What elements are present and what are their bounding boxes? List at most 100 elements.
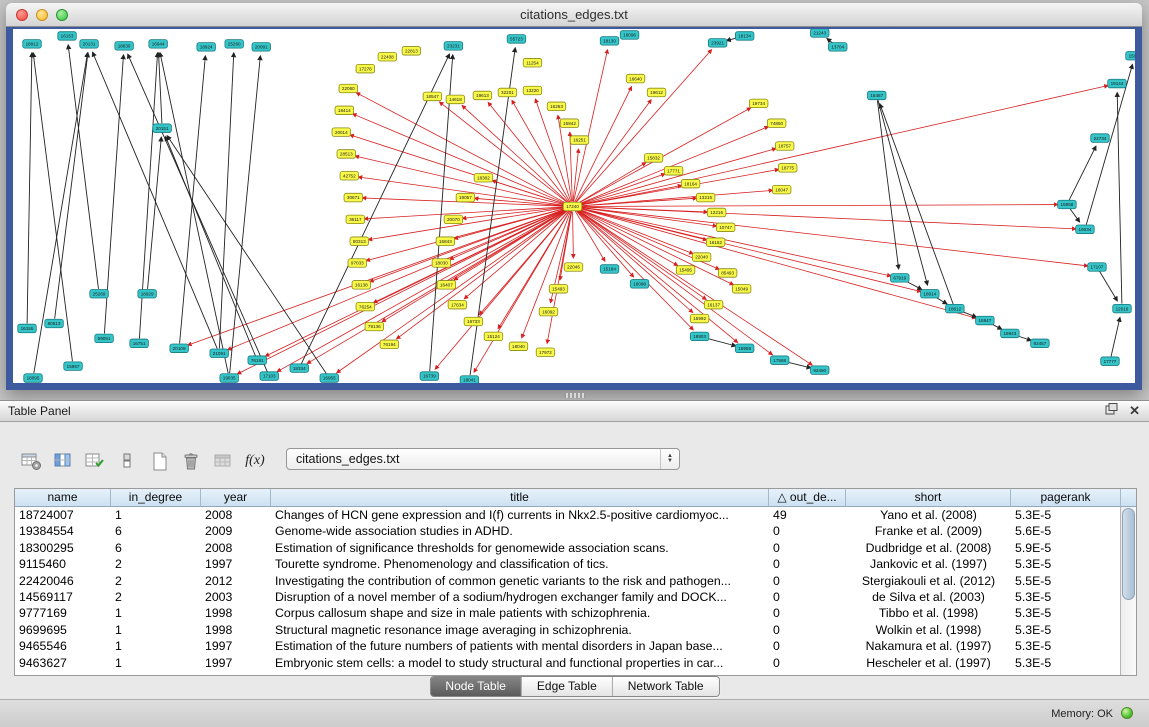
graph-node[interactable]: 20151 [153,124,172,133]
cell-year[interactable]: 1998 [201,605,271,621]
graph-node[interactable]: 14618 [446,95,465,104]
cell-title[interactable]: Estimation of significance thresholds fo… [271,540,769,556]
cell-in_degree[interactable]: 1 [111,655,201,671]
cell-pagerank[interactable]: 5.3E-5 [1011,605,1121,621]
cell-pagerank[interactable]: 5.3E-5 [1011,655,1121,671]
graph-node[interactable]: 32201 [498,88,517,97]
graph-node[interactable]: 17278 [356,64,375,73]
tab-network-table[interactable]: Network Table [612,677,719,696]
graph-node[interactable]: 18130 [600,37,619,46]
cell-title[interactable]: Corpus callosum shape and size in male p… [271,605,769,621]
graph-node[interactable]: 18040 [509,342,528,351]
graph-node[interactable]: 59051 [95,334,114,343]
table-row[interactable]: 946362711997Embryonic stem cells: a mode… [15,655,1121,671]
graph-node[interactable]: 36117 [346,215,365,224]
graph-node[interactable]: 18924 [197,43,216,52]
graph-node[interactable]: 19144 [1108,79,1127,88]
graph-node[interactable]: 92457 [1031,339,1050,348]
graph-node[interactable]: 16138 [352,281,371,290]
cell-pagerank[interactable]: 5.5E-5 [1011,573,1121,589]
graph-node[interactable]: 16263 [547,102,566,111]
graph-node[interactable]: 16640 [626,74,645,83]
graph-node[interactable]: 22060 [339,84,358,93]
cell-in_degree[interactable]: 6 [111,523,201,539]
graph-node[interactable]: 97033 [348,259,367,268]
cell-year[interactable]: 1997 [201,655,271,671]
graph-node[interactable]: 25269 [90,289,109,298]
graph-node[interactable]: 11254 [523,58,542,67]
panel-divider-grip[interactable] [564,393,586,398]
cell-out_de[interactable]: 0 [769,605,846,621]
cell-name[interactable]: 9699695 [15,622,111,638]
new-table-icon[interactable] [18,449,44,473]
graph-node[interactable]: 55723 [507,35,526,44]
graph-node[interactable]: 16047 [772,185,791,194]
cell-name[interactable]: 18724007 [15,507,111,523]
cell-in_degree[interactable]: 2 [111,589,201,605]
graph-node[interactable]: 85493 [718,269,737,278]
graph-node[interactable]: 80513 [45,319,64,328]
table-row[interactable]: 1830029562008Estimation of significance … [15,540,1121,556]
graph-node[interactable]: 12016 [1113,304,1132,313]
network-canvas[interactable]: 1724022060184142001428513427523067136117… [13,29,1135,383]
column-header-short[interactable]: short [846,489,1011,507]
graph-node[interactable]: 79136 [365,322,384,331]
graph-node[interactable]: 18334 [290,364,309,373]
column-header-title[interactable]: title [271,489,769,507]
graph-node[interactable]: 76194 [380,340,399,349]
cell-in_degree[interactable]: 6 [111,540,201,556]
table-row[interactable]: 2242004622012Investigating the contribut… [15,573,1121,589]
cell-out_de[interactable]: 0 [769,589,846,605]
graph-node[interactable]: 18757 [775,142,794,151]
cell-title[interactable]: Structural magnetic resonance image aver… [271,622,769,638]
graph-node[interactable]: 13220 [523,86,542,95]
cell-in_degree[interactable]: 2 [111,573,201,589]
graph-node[interactable]: 16407 [437,281,456,290]
table-row[interactable]: 1872400712008Changes of HCN gene express… [15,507,1121,523]
cell-title[interactable]: Disruption of a novel member of a sodium… [271,589,769,605]
cell-in_degree[interactable]: 1 [111,507,201,523]
cell-name[interactable]: 9115460 [15,556,111,572]
graph-node[interactable]: 19057 [456,193,475,202]
cell-out_de[interactable]: 0 [769,556,846,572]
graph-node[interactable]: 18943 [1001,329,1020,338]
table-row[interactable]: 977716911998Corpus callosum shape and si… [15,605,1121,621]
graph-node[interactable]: 19612 [647,88,666,97]
cell-title[interactable]: Changes of HCN gene expression and I(f) … [271,507,769,523]
graph-node[interactable]: 15832 [644,154,663,163]
graph-node[interactable]: 18912 [23,40,42,49]
cell-out_de[interactable]: 0 [769,540,846,556]
table-row[interactable]: 1938455462009Genome-wide association stu… [15,523,1121,539]
cell-pagerank[interactable]: 5.3E-5 [1011,556,1121,572]
graph-node[interactable]: 76254 [356,302,375,311]
graph-node[interactable]: 22408 [378,53,397,62]
cell-out_de[interactable]: 0 [769,622,846,638]
float-panel-icon[interactable] [1105,402,1118,420]
graph-node[interactable]: 17103 [260,372,279,381]
graph-node[interactable]: 80313 [350,237,369,246]
cell-title[interactable]: Estimation of the future numbers of pati… [271,638,769,654]
graph-node[interactable]: 15992 [690,314,709,323]
graph-node[interactable]: 16739 [420,372,439,381]
graph-node[interactable]: 15184 [600,265,619,274]
cell-short[interactable]: Nakamura et al. (1997) [846,638,1011,654]
graph-node[interactable]: 15049 [732,285,751,294]
graph-node[interactable]: 17568 [770,356,789,365]
cell-short[interactable]: de Silva et al. (2003) [846,589,1011,605]
graph-node[interactable]: 18775 [778,164,797,173]
graph-node[interactable]: 16137 [704,300,723,309]
cell-short[interactable]: Jankovic et al. (1997) [846,556,1011,572]
cell-pagerank[interactable]: 5.3E-5 [1011,622,1121,638]
graph-node[interactable]: 16733 [464,317,483,326]
cell-pagerank[interactable]: 5.3E-5 [1011,638,1121,654]
cell-year[interactable]: 2008 [201,540,271,556]
graph-node[interactable]: 18914 [921,289,940,298]
graph-node[interactable]: 17634 [448,300,467,309]
cell-year[interactable]: 1997 [201,556,271,572]
table-select-dropdown[interactable]: citations_edges.txt ▲▼ [286,448,680,470]
graph-node[interactable]: 17777 [1101,357,1120,366]
graph-node[interactable]: 17107 [1088,263,1107,272]
graph-node[interactable]: 16944 [149,40,168,49]
graph-node[interactable]: 18095 [24,374,43,383]
graph-node[interactable]: 18041 [460,376,479,383]
